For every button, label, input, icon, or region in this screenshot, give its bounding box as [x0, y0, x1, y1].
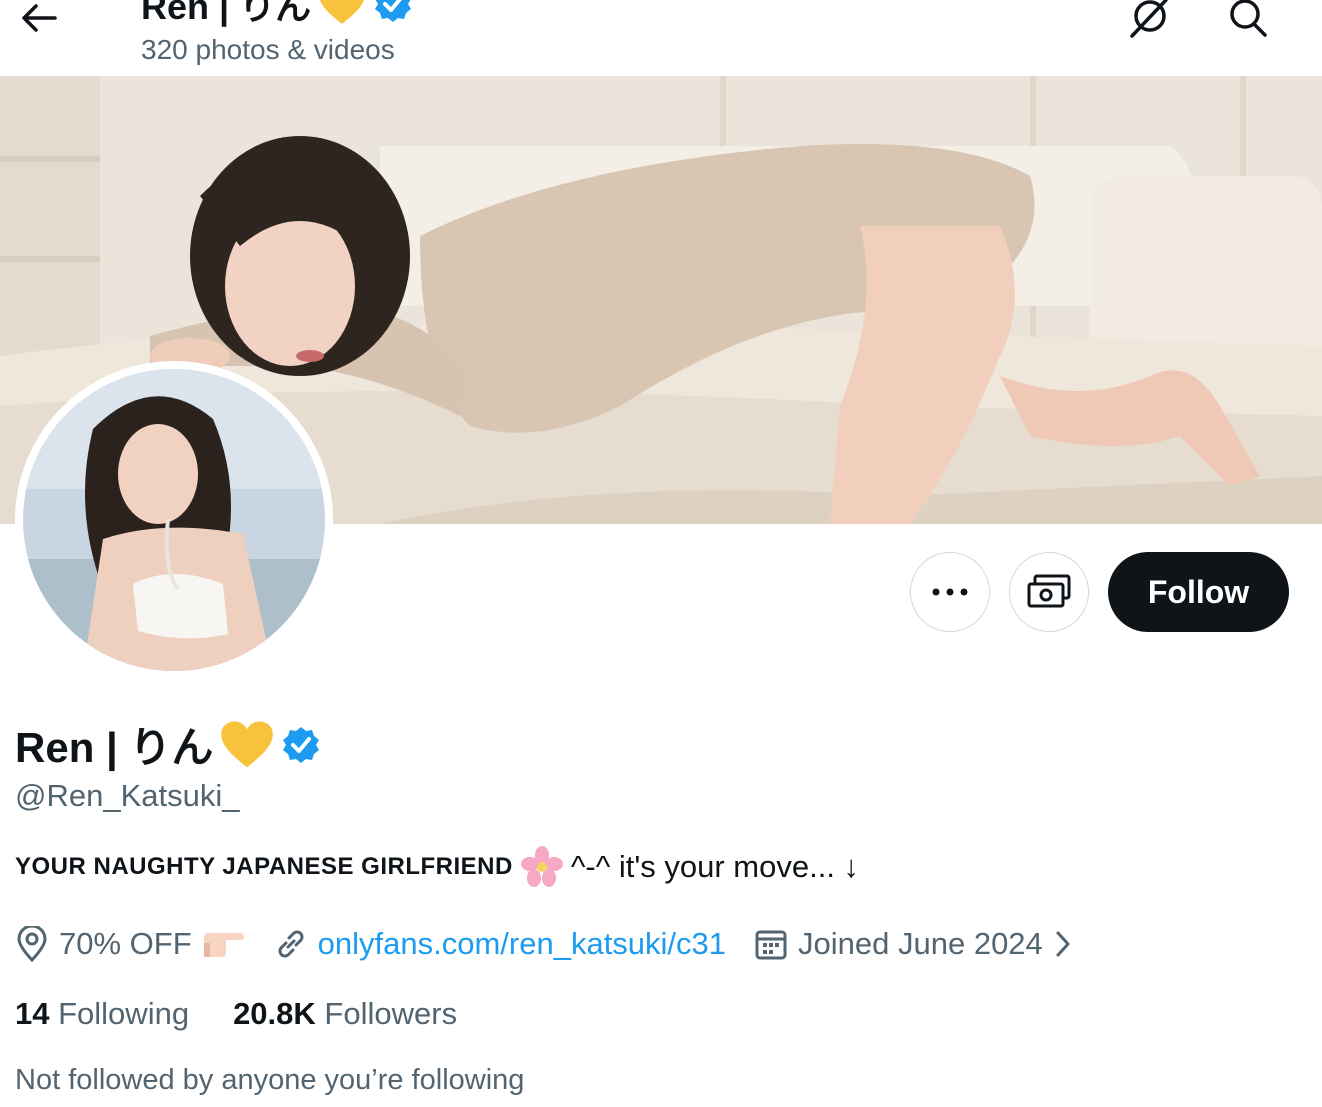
website-item[interactable]: onlyfans.com/ren_katsuki/c31 [274, 926, 726, 962]
website-link[interactable]: onlyfans.com/ren_katsuki/c31 [318, 926, 726, 962]
calendar-icon [755, 930, 787, 960]
bio-caps-text: YOUR NAUGHTY JAPANESE GIRLFRIEND [15, 853, 513, 880]
profile-meta: 70% OFF onlyfans.com/ren_katsuki/c31 Joi… [15, 922, 1101, 966]
following-label: Following [58, 996, 190, 1031]
profile-bio: YOUR NAUGHTY JAPANESE GIRLFRIEND ^-^ it'… [15, 846, 859, 888]
cherry-blossom-icon [520, 846, 563, 887]
yellow-heart-icon [221, 720, 274, 767]
header-name: Ren | りん [141, 0, 312, 27]
following-count: 14 [15, 996, 50, 1031]
following-link[interactable]: 14 Following [15, 996, 189, 1032]
profile-stats: 14 Following 20.8K Followers [15, 996, 457, 1032]
header-title: Ren | りん [141, 0, 413, 30]
search-icon [1230, 0, 1267, 37]
location-pin-icon [17, 926, 47, 962]
profile-name: Ren | りん [15, 714, 321, 775]
verified-badge-icon[interactable] [281, 725, 321, 765]
joined-item[interactable]: Joined June 2024 [754, 926, 1073, 962]
avatar-image [23, 369, 325, 671]
arrow-left-icon [22, 4, 57, 32]
more-button[interactable] [910, 552, 990, 632]
bio-text: ^-^ it's your move... ↓ [570, 849, 860, 884]
follow-button[interactable]: Follow [1108, 552, 1289, 632]
joined-text: Joined June 2024 [798, 926, 1043, 961]
not-followed-text: Not followed by anyone you’re following [15, 1064, 525, 1096]
followers-label: Followers [324, 996, 458, 1031]
back-button[interactable] [14, 0, 64, 36]
more-icon [932, 588, 968, 596]
location-item: 70% OFF [15, 926, 246, 962]
followers-link[interactable]: 20.8K Followers [233, 996, 457, 1032]
subscribe-button[interactable] [1009, 552, 1089, 632]
profile-handle: @Ren_Katsuki_ [15, 778, 240, 813]
grok-icon [1130, 0, 1168, 38]
pointing-hand-icon [203, 933, 244, 957]
link-icon [278, 930, 304, 958]
yellow-heart-icon [320, 0, 364, 24]
display-name: Ren | りん [15, 724, 214, 771]
money-icon [1027, 574, 1071, 608]
avatar[interactable] [15, 361, 333, 679]
verified-badge-icon [375, 0, 412, 22]
location-text: 70% OFF [59, 926, 192, 961]
grok-button[interactable] [1128, 0, 1172, 38]
top-bar: Ren | りん 320 photos & videos [0, 0, 1322, 76]
chevron-right-icon [1056, 931, 1070, 957]
followers-count: 20.8K [233, 996, 316, 1031]
search-button[interactable] [1226, 0, 1270, 37]
header-subtitle: 320 photos & videos [141, 34, 395, 65]
